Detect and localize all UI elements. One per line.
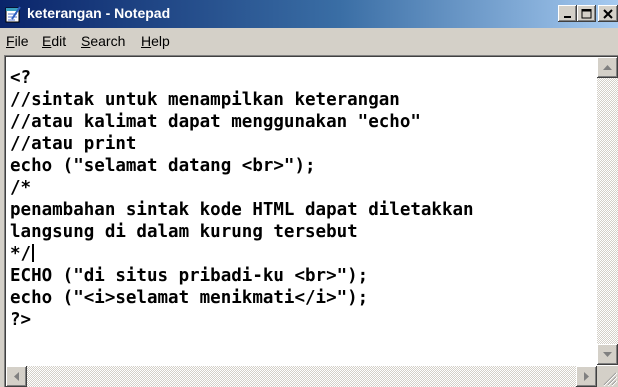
title-bar[interactable]: keterangan - Notepad <box>0 0 618 28</box>
minimize-button[interactable] <box>558 5 577 22</box>
menu-file[interactable]: File <box>6 33 29 49</box>
code-text[interactable]: <? //sintak untuk menampilkan keterangan… <box>10 67 474 331</box>
horizontal-scrollbar[interactable] <box>6 366 597 387</box>
code-line: <? <box>10 68 32 88</box>
notepad-icon <box>5 6 21 23</box>
arrow-left-icon <box>13 372 19 381</box>
scroll-down-button[interactable] <box>597 344 618 365</box>
menu-help[interactable]: Help <box>141 33 170 49</box>
code-line: //sintak untuk menampilkan keterangan <box>10 90 400 110</box>
arrow-up-icon <box>603 64 612 70</box>
code-line: penambahan sintak kode HTML dapat dileta… <box>10 200 474 220</box>
code-line: /* <box>10 178 32 198</box>
scroll-left-button[interactable] <box>6 366 27 387</box>
close-button[interactable] <box>598 5 618 22</box>
code-line: ECHO ("di situs pribadi-ku <br>"); <box>10 266 369 286</box>
text-editor[interactable]: <? //sintak untuk menampilkan keterangan… <box>4 55 618 387</box>
menu-edit[interactable]: Edit <box>42 33 66 49</box>
resize-grip-icon <box>603 372 618 387</box>
menu-bar: File Edit Search Help <box>0 29 618 53</box>
text-caret <box>32 244 35 262</box>
code-line: //atau print <box>10 134 137 154</box>
code-line: echo ("<i>selamat menikmati</i>"); <box>10 288 369 308</box>
window-title: keterangan - Notepad <box>27 5 171 21</box>
notepad-window: keterangan - Notepad File Edit Search He… <box>0 0 618 387</box>
vertical-scrollbar[interactable] <box>597 57 618 365</box>
code-line: ?> <box>10 310 32 330</box>
minimize-icon <box>563 15 571 18</box>
code-line: langsung di dalam kurung tersebut <box>10 222 358 242</box>
maximize-button[interactable] <box>577 5 596 22</box>
scroll-up-button[interactable] <box>597 57 618 78</box>
code-line: echo ("selamat datang <br>"); <box>10 156 316 176</box>
close-icon <box>603 8 613 19</box>
arrow-down-icon <box>603 351 612 357</box>
maximize-icon <box>581 8 592 18</box>
code-line: //atau kalimat dapat menggunakan "echo" <box>10 112 421 132</box>
code-line: */ <box>10 244 32 264</box>
menu-search[interactable]: Search <box>81 33 125 49</box>
scroll-right-button[interactable] <box>576 366 597 387</box>
arrow-right-icon <box>583 372 589 381</box>
resize-grip[interactable] <box>597 366 618 387</box>
